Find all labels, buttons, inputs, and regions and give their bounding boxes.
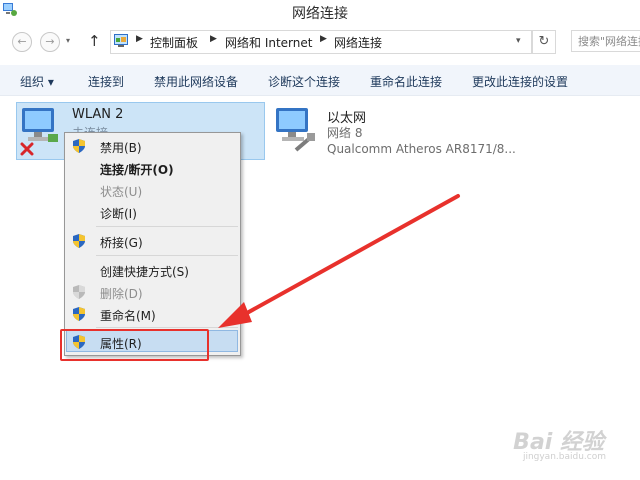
disable-device-button[interactable]: 禁用此网络设备: [154, 73, 238, 90]
search-input[interactable]: 搜索"网络连接": [571, 30, 640, 52]
title-bar: 网络连接: [0, 0, 640, 26]
annotation-arrow: [218, 194, 460, 328]
uac-shield-icon-disabled: [73, 285, 85, 299]
up-button[interactable]: ↑: [88, 32, 101, 50]
breadcrumb-network-internet[interactable]: 网络和 Internet: [225, 34, 312, 51]
breadcrumb-separator-icon: ▶: [210, 34, 217, 44]
connection-status-ethernet: 网络 8: [327, 126, 363, 140]
control-panel-icon: [114, 34, 128, 47]
breadcrumb-separator-icon: ▶: [136, 34, 143, 44]
refresh-icon: ↻: [538, 34, 550, 49]
menu-item-rename[interactable]: 重命名(M): [100, 307, 156, 324]
change-settings-button[interactable]: 更改此连接的设置: [472, 73, 568, 90]
disconnected-x-icon: [20, 142, 34, 156]
menu-item-diagnose[interactable]: 诊断(I): [100, 205, 137, 222]
address-dropdown-chevron-icon[interactable]: ▾: [516, 36, 521, 46]
arrow-right-icon: →: [45, 35, 55, 48]
back-button[interactable]: ←: [12, 32, 32, 52]
annotation-highlight-box: [60, 329, 209, 361]
recent-locations-chevron-icon[interactable]: ▾: [66, 36, 70, 45]
rename-connection-button[interactable]: 重命名此连接: [370, 73, 442, 90]
menu-item-create-shortcut[interactable]: 创建快捷方式(S): [100, 263, 189, 280]
organize-menu-button[interactable]: 组织 ▾: [20, 73, 54, 90]
menu-item-delete: 删除(D): [100, 287, 143, 301]
refresh-button[interactable]: ↻: [532, 30, 556, 54]
uac-shield-icon: [73, 139, 85, 153]
forward-button[interactable]: →: [40, 32, 60, 52]
uac-shield-icon: [73, 307, 85, 321]
menu-item-disable[interactable]: 禁用(B): [100, 139, 142, 156]
breadcrumb-control-panel[interactable]: 控制面板: [150, 34, 198, 51]
diagnose-connection-button[interactable]: 诊断这个连接: [268, 73, 340, 90]
window-title: 网络连接: [292, 6, 348, 22]
breadcrumb-network-connections[interactable]: 网络连接: [334, 34, 382, 51]
arrow-up-icon: ↑: [88, 32, 101, 50]
menu-item-status: 状态(U): [100, 185, 143, 199]
menu-item-connect-disconnect[interactable]: 连接/断开(O): [100, 161, 174, 178]
connection-adapter-ethernet: Qualcomm Atheros AR8171/8...: [327, 142, 516, 156]
breadcrumb-separator-icon: ▶: [320, 34, 327, 44]
connect-to-button[interactable]: 连接到: [88, 73, 124, 90]
menu-item-bridge[interactable]: 桥接(G): [100, 234, 143, 251]
uac-shield-icon: [73, 234, 85, 248]
connection-name-wlan2: WLAN 2: [72, 107, 124, 122]
arrow-left-icon: ←: [17, 35, 27, 48]
ethernet-adapter-icon: [276, 108, 315, 152]
watermark-url: jingyan.baidu.com: [522, 452, 606, 462]
